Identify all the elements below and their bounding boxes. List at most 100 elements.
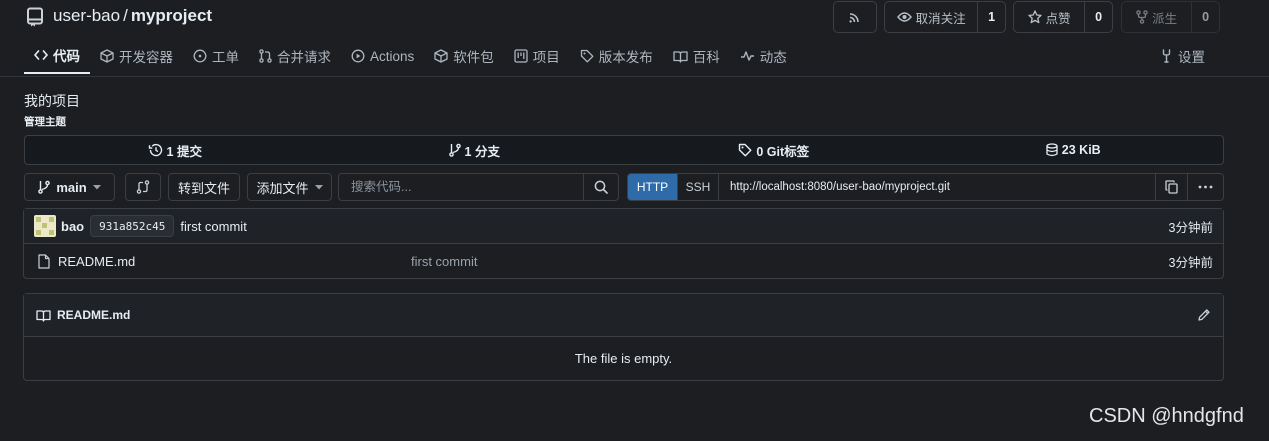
branch-selector[interactable]: main xyxy=(24,173,115,201)
fork-button[interactable]: 派生 0 xyxy=(1121,1,1220,33)
branches-stat[interactable]: 1 分支 xyxy=(325,136,625,164)
book-icon xyxy=(36,309,51,322)
tab-activity-label: 动态 xyxy=(759,50,787,65)
repo-size: 23 KiB xyxy=(1061,143,1101,157)
manage-topics-link[interactable]: 管理主题 xyxy=(24,114,66,129)
pencil-icon xyxy=(1197,308,1211,322)
tab-releases-label: 版本发布 xyxy=(598,50,653,65)
tab-pulls[interactable]: 合并请求 xyxy=(249,38,341,74)
tab-packages-label: 软件包 xyxy=(453,50,494,65)
rss-button[interactable] xyxy=(833,1,877,33)
watch-label: 取消关注 xyxy=(915,11,966,26)
code-icon xyxy=(34,49,48,61)
tab-code-label: 代码 xyxy=(53,49,80,64)
star-icon xyxy=(1027,10,1042,24)
tag-icon xyxy=(580,49,594,63)
project-icon xyxy=(514,49,528,63)
tab-devcontainer[interactable]: 开发容器 xyxy=(90,38,183,74)
star-label: 点赞 xyxy=(1045,11,1071,26)
book-icon xyxy=(673,50,688,63)
commit-sha[interactable]: 931a852c45 xyxy=(90,215,175,237)
star-count[interactable]: 0 xyxy=(1084,2,1112,32)
caret-down-icon xyxy=(314,184,323,190)
compare-button[interactable] xyxy=(125,173,161,201)
watch-button[interactable]: 取消关注 1 xyxy=(884,1,1006,33)
branch-icon xyxy=(38,180,51,194)
add-file-label: 添加文件 xyxy=(256,180,309,196)
clone-http-button[interactable]: HTTP xyxy=(628,174,677,200)
repo-separator: / xyxy=(123,6,128,25)
tab-pulls-label: 合并请求 xyxy=(277,50,331,65)
file-commit-time: 3分钟前 xyxy=(1168,255,1213,270)
file-commit-message[interactable]: first commit xyxy=(411,254,477,269)
tools-icon xyxy=(1160,49,1173,63)
pull-request-icon xyxy=(259,49,272,63)
goto-file-button[interactable]: 转到文件 xyxy=(168,173,240,201)
play-icon xyxy=(351,49,365,63)
repo-description: 我的项目 xyxy=(24,93,80,109)
search-button[interactable] xyxy=(583,174,618,200)
rss-icon xyxy=(848,10,862,24)
commit-message[interactable]: first commit xyxy=(180,219,246,234)
file-table: bao 931a852c45 first commit 3分钟前 README.… xyxy=(23,208,1224,279)
table-row[interactable]: README.md first commit 3分钟前 xyxy=(24,244,1223,278)
fork-label: 派生 xyxy=(1152,11,1178,26)
tab-wiki[interactable]: 百科 xyxy=(663,38,730,74)
readme-header: README.md xyxy=(24,294,1223,337)
add-file-dropdown[interactable]: 添加文件 xyxy=(247,173,332,201)
package-icon xyxy=(100,49,114,63)
branches-count: 1 分支 xyxy=(464,144,500,159)
tab-packages[interactable]: 软件包 xyxy=(424,38,504,74)
copy-url-button[interactable] xyxy=(1155,174,1187,200)
clone-panel: HTTP SSH http://localhost:8080/user-bao/… xyxy=(627,173,1224,201)
watch-count[interactable]: 1 xyxy=(977,2,1005,32)
tabs-divider xyxy=(0,76,1269,77)
compare-icon xyxy=(136,180,150,194)
package-icon xyxy=(434,49,448,63)
commits-stat[interactable]: 1 提交 xyxy=(25,136,325,164)
readme-box: README.md The file is empty. xyxy=(23,293,1224,381)
tab-wiki-label: 百科 xyxy=(692,50,720,65)
search-icon xyxy=(594,180,608,194)
file-icon xyxy=(38,253,50,269)
issue-icon xyxy=(193,49,207,63)
tab-actions[interactable]: Actions xyxy=(341,38,424,74)
tag-icon xyxy=(738,143,752,157)
history-icon xyxy=(148,143,163,157)
star-button[interactable]: 点赞 0 xyxy=(1013,1,1113,33)
repo-owner-link[interactable]: user-bao xyxy=(53,6,120,25)
code-search xyxy=(338,173,619,201)
avatar[interactable] xyxy=(34,215,56,237)
repo-name-link[interactable]: myproject xyxy=(131,6,212,25)
tab-releases[interactable]: 版本发布 xyxy=(570,38,663,74)
tab-actions-label: Actions xyxy=(370,48,415,64)
clone-more-button[interactable] xyxy=(1187,174,1223,200)
file-name[interactable]: README.md xyxy=(58,254,135,269)
edit-readme-button[interactable] xyxy=(1197,308,1211,322)
code-search-input[interactable] xyxy=(339,174,583,200)
tab-issues[interactable]: 工单 xyxy=(183,38,249,74)
fork-icon xyxy=(1136,10,1148,24)
database-icon xyxy=(1046,143,1058,157)
latest-commit-row: bao 931a852c45 first commit 3分钟前 xyxy=(24,209,1223,244)
tab-activity[interactable]: 动态 xyxy=(730,38,797,74)
readme-content: The file is empty. xyxy=(574,351,673,366)
commits-count: 1 提交 xyxy=(166,144,202,159)
fork-count[interactable]: 0 xyxy=(1191,2,1219,32)
kebab-horizontal-icon xyxy=(1198,185,1213,189)
tab-code[interactable]: 代码 xyxy=(24,38,90,74)
tab-devcontainer-label: 开发容器 xyxy=(119,50,173,65)
tab-projects[interactable]: 项目 xyxy=(504,38,570,74)
repo-stats-bar: 1 提交 1 分支 0 Git标签 23 KiB xyxy=(24,135,1224,165)
clone-ssh-button[interactable]: SSH xyxy=(677,174,719,200)
watermark: CSDN @hndgfnd xyxy=(1089,405,1244,427)
tags-stat[interactable]: 0 Git标签 xyxy=(624,136,924,164)
clone-url-field[interactable]: http://localhost:8080/user-bao/myproject… xyxy=(719,174,1155,200)
repo-icon xyxy=(26,7,44,27)
commit-author[interactable]: bao xyxy=(61,219,84,234)
branch-icon xyxy=(448,143,461,157)
caret-down-icon xyxy=(92,184,101,190)
tab-projects-label: 项目 xyxy=(532,50,560,65)
readme-title: README.md xyxy=(57,308,131,322)
tab-settings[interactable]: 设置 xyxy=(1160,38,1205,74)
